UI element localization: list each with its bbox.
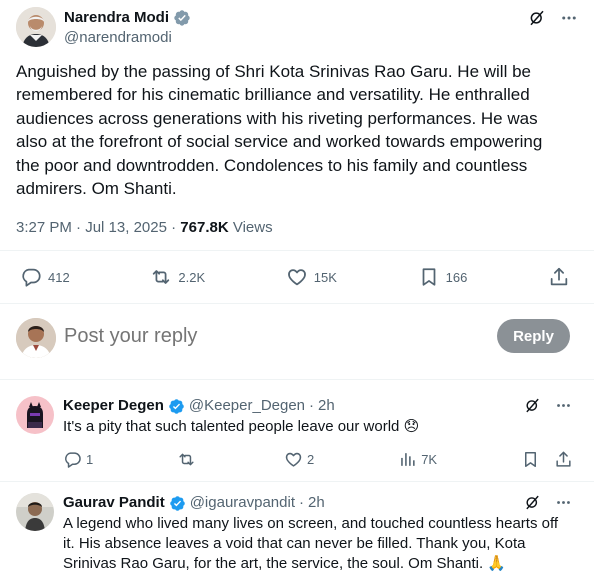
views-icon bbox=[398, 450, 417, 469]
reply-time[interactable]: 2h bbox=[318, 396, 335, 416]
reply-icon bbox=[20, 266, 42, 288]
divider bbox=[0, 303, 594, 304]
repost-icon bbox=[150, 266, 172, 288]
verified-badge-icon bbox=[173, 9, 191, 27]
views-label: Views bbox=[232, 219, 273, 236]
reply-header-actions bbox=[524, 397, 572, 414]
views-count: 7K bbox=[421, 451, 438, 467]
share-action[interactable] bbox=[548, 266, 570, 288]
bookmark-icon bbox=[418, 266, 440, 288]
author-avatar[interactable] bbox=[16, 7, 56, 47]
more-icon[interactable] bbox=[560, 9, 578, 27]
reply-author-name[interactable]: Keeper Degen bbox=[63, 396, 164, 416]
repost-icon bbox=[177, 450, 196, 469]
reply-text: It's a pity that such talented people le… bbox=[63, 418, 420, 435]
reply-action[interactable]: 412 bbox=[20, 266, 70, 288]
share-icon[interactable] bbox=[554, 450, 573, 469]
reply-header: Keeper Degen @Keeper_Degen · 2h bbox=[63, 396, 335, 416]
reply-time[interactable]: 2h bbox=[308, 493, 325, 513]
verified-badge-icon bbox=[169, 495, 186, 512]
reply-icon bbox=[63, 450, 82, 469]
divider bbox=[0, 481, 594, 482]
reply-item: Keeper Degen @Keeper_Degen · 2h It's a p… bbox=[0, 396, 594, 480]
author-handle[interactable]: @narendramodi bbox=[64, 28, 191, 48]
main-tweet-header: Narendra Modi @narendramodi bbox=[16, 7, 578, 51]
like-action[interactable]: 2 bbox=[284, 450, 314, 469]
meta-separator: · bbox=[299, 494, 304, 511]
reply-avatar[interactable] bbox=[16, 493, 54, 531]
author-name[interactable]: Narendra Modi bbox=[64, 8, 169, 27]
author-name-row[interactable]: Narendra Modi bbox=[64, 8, 191, 27]
share-icon bbox=[548, 266, 570, 288]
divider bbox=[0, 379, 594, 380]
grok-icon[interactable] bbox=[528, 9, 546, 27]
reply-author-handle[interactable]: @Keeper_Degen bbox=[189, 396, 305, 416]
reply-header-actions bbox=[524, 494, 572, 511]
grok-icon[interactable] bbox=[524, 494, 541, 511]
divider bbox=[0, 250, 594, 251]
like-action[interactable]: 15K bbox=[286, 266, 337, 288]
reply-action-bar: 1 2 7K bbox=[63, 449, 573, 469]
reply-header: Gaurav Pandit @igauravpandit · 2h bbox=[63, 493, 325, 513]
tweet-time[interactable]: 3:27 PM bbox=[16, 219, 72, 236]
more-icon[interactable] bbox=[555, 397, 572, 414]
views-action[interactable]: 7K bbox=[398, 450, 437, 469]
like-count: 15K bbox=[313, 269, 337, 285]
bookmark-count: 166 bbox=[445, 269, 468, 285]
meta-separator: · bbox=[171, 219, 177, 236]
author-names: Narendra Modi @narendramodi bbox=[64, 8, 191, 48]
bookmark-icon[interactable] bbox=[521, 450, 540, 469]
reply-button[interactable]: Reply bbox=[497, 319, 570, 353]
bookmark-action[interactable]: 166 bbox=[418, 266, 468, 288]
grok-icon[interactable] bbox=[524, 397, 541, 414]
repost-action[interactable]: 2.2K bbox=[150, 266, 205, 288]
reply-right-actions bbox=[521, 450, 573, 469]
reply-author-handle[interactable]: @igauravpandit bbox=[190, 493, 295, 513]
reply-text: A legend who lived many lives on screen,… bbox=[63, 515, 559, 572]
reply-count: 1 bbox=[86, 451, 94, 467]
tweet-date[interactable]: Jul 13, 2025 bbox=[85, 219, 167, 236]
meta-separator: · bbox=[76, 219, 82, 236]
verified-badge-icon bbox=[168, 398, 185, 415]
meta-separator: · bbox=[309, 397, 315, 414]
repost-action[interactable] bbox=[177, 450, 200, 469]
reply-item: Gaurav Pandit @igauravpandit · 2h A lege… bbox=[0, 493, 594, 580]
tweet-meta: 3:27 PM · Jul 13, 2025 · 767.8K Views bbox=[16, 218, 273, 238]
repost-count: 2.2K bbox=[178, 269, 206, 285]
like-icon bbox=[286, 266, 308, 288]
current-user-avatar[interactable] bbox=[16, 318, 56, 358]
tweet-action-bar: 412 2.2K 15K 166 bbox=[20, 263, 570, 291]
reply-avatar[interactable] bbox=[16, 396, 54, 434]
reply-input[interactable] bbox=[64, 324, 464, 348]
reply-count: 412 bbox=[48, 269, 70, 285]
views-count: 767.8K bbox=[180, 219, 229, 236]
tweet-text: Anguished by the passing of Shri Kota Sr… bbox=[16, 62, 543, 199]
like-count: 2 bbox=[307, 451, 315, 467]
reply-author-name[interactable]: Gaurav Pandit bbox=[63, 493, 165, 513]
more-icon[interactable] bbox=[555, 494, 572, 511]
reply-action[interactable]: 1 bbox=[63, 450, 93, 469]
like-icon bbox=[284, 450, 303, 469]
header-actions bbox=[528, 9, 578, 27]
